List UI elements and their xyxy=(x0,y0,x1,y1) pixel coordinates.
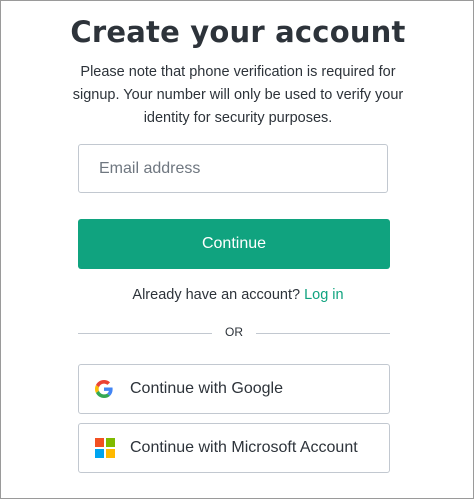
divider-label: OR xyxy=(225,325,243,339)
continue-with-google-button[interactable]: Continue with Google xyxy=(78,364,390,414)
microsoft-logo-yellow-square xyxy=(106,449,115,458)
login-prompt-text: Already have an account? xyxy=(132,287,301,303)
divider-line-right xyxy=(256,333,390,334)
microsoft-logo-red-square xyxy=(95,438,104,447)
microsoft-logo-icon xyxy=(95,438,115,458)
login-link[interactable]: Log in xyxy=(304,287,344,303)
email-field[interactable] xyxy=(78,144,388,193)
signup-page: Create your account Please note that pho… xyxy=(0,0,474,499)
microsoft-button-label: Continue with Microsoft Account xyxy=(130,439,358,456)
microsoft-logo-blue-square xyxy=(95,449,104,458)
or-divider: OR xyxy=(78,324,390,342)
continue-button[interactable]: Continue xyxy=(78,219,390,269)
page-subtitle: Please note that phone verification is r… xyxy=(72,64,404,126)
google-button-label: Continue with Google xyxy=(130,380,283,397)
login-prompt: Already have an account? Log in xyxy=(1,287,474,303)
google-logo-icon xyxy=(95,380,113,398)
microsoft-logo-green-square xyxy=(106,438,115,447)
continue-with-microsoft-button[interactable]: Continue with Microsoft Account xyxy=(78,423,390,473)
page-title: Create your account xyxy=(70,15,406,49)
